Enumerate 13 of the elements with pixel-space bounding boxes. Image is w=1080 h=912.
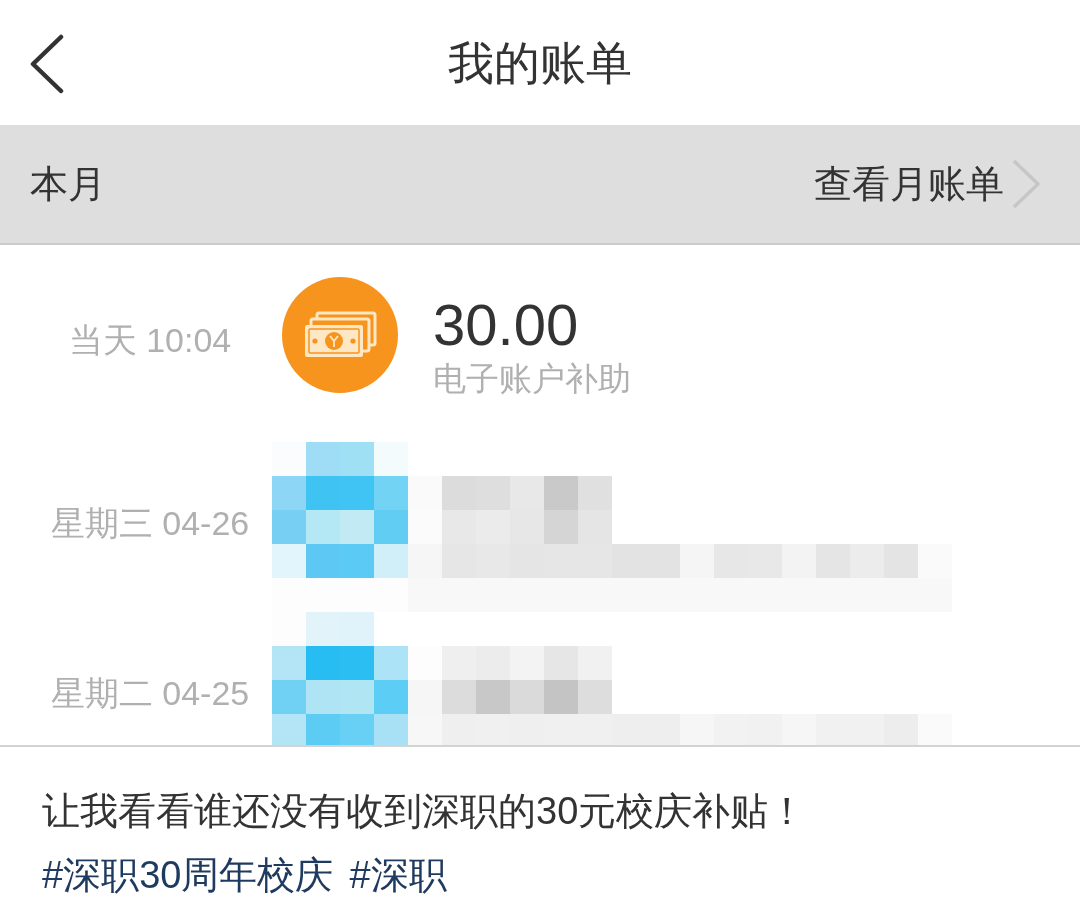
page-title: 我的账单 <box>448 39 632 86</box>
bill-time: 星期三 04-26 <box>49 503 251 544</box>
post-text: 让我看看谁还没有收到深职的30元校庆补贴！ <box>42 789 808 834</box>
bill-amount: 30.00 <box>433 295 580 356</box>
monthly-bill-link[interactable]: 查看月账单 <box>814 155 1004 213</box>
bill-time: 当天 10:04 <box>67 320 233 361</box>
bill-description: 电子账户补助 <box>433 358 631 399</box>
banknotes-icon <box>282 277 398 393</box>
hashtag-link[interactable]: #深职30周年校庆 <box>42 843 334 907</box>
back-icon[interactable] <box>28 34 66 94</box>
hashtag-link[interactable]: #深职 <box>349 843 447 907</box>
month-label: 本月 <box>30 161 106 207</box>
bill-time: 星期二 04-25 <box>49 673 251 714</box>
